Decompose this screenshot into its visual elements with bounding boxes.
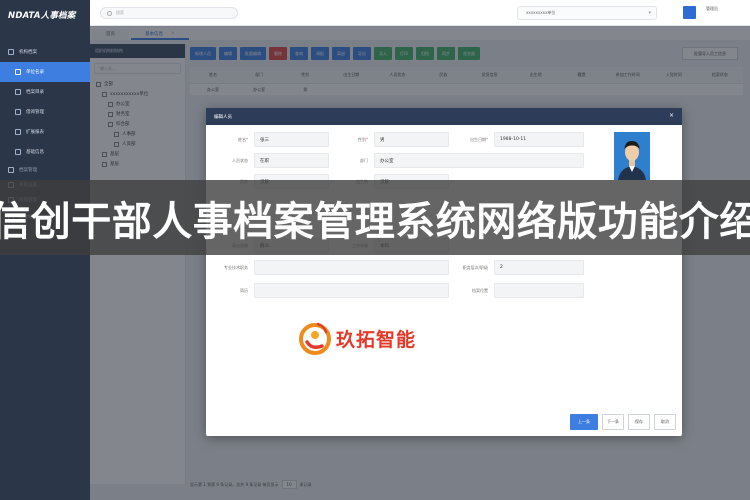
grade-label: 职务层次/职级 <box>462 265 488 270</box>
dialog-title: 编辑人员 <box>214 114 232 120</box>
edit-person-dialog: 编辑人员 × 姓名* 张三 性别* 男 出生日期* 1988-10-11 人员状… <box>206 108 682 436</box>
info-icon <box>15 149 21 155</box>
folder-icon <box>8 49 14 55</box>
report-icon <box>15 129 21 135</box>
grade-input[interactable]: 2 <box>494 260 584 275</box>
archive-icon <box>8 166 14 173</box>
sidebar-item-archive-catalog[interactable]: 档案目录 <box>0 82 90 102</box>
name-label: 姓名* <box>238 137 248 142</box>
dept-label: 部门 <box>360 158 368 163</box>
title-banner: 信创干部人事档案管理系统网络版功能介绍 <box>0 180 750 255</box>
avatar[interactable] <box>683 6 696 19</box>
brand-logo-icon <box>299 322 331 355</box>
sidebar-item-label: 借阅管理 <box>26 110 44 115</box>
list-icon <box>15 69 21 75</box>
sidebar-item-label: 单位名录 <box>26 70 44 75</box>
sidebar-item-label: 基础信息 <box>26 150 44 155</box>
sidebar-item-org-archive[interactable]: 机构档案 <box>0 42 90 62</box>
global-search-input[interactable]: 搜索 <box>100 7 238 19</box>
sidebar-item-archive-manage[interactable]: 档案管理 <box>0 162 90 177</box>
banner-title: 信创干部人事档案管理系统网络版功能介绍 <box>0 198 750 245</box>
next-record-button[interactable]: 下一条 <box>602 414 624 430</box>
search-icon <box>107 10 112 16</box>
sidebar-item-basic-info[interactable]: 基础信息 <box>0 142 90 162</box>
sidebar-item-label: 扩展报表 <box>26 130 44 135</box>
close-icon[interactable]: × <box>669 112 674 119</box>
specialty-input[interactable] <box>254 260 449 275</box>
sidebar-item-reports[interactable]: 扩展报表 <box>0 122 90 142</box>
search-placeholder: 搜索 <box>116 10 124 15</box>
user-name[interactable]: 管理员 <box>706 6 718 12</box>
gender-input[interactable]: 男 <box>374 132 449 147</box>
catalog-icon <box>15 89 21 95</box>
unit-select-value: xxxxxxxxx单位 <box>526 10 556 15</box>
name-input[interactable]: 张三 <box>254 132 329 147</box>
birth-label: 出生日期* <box>470 137 488 142</box>
book-icon <box>15 109 21 115</box>
person-photo[interactable] <box>614 132 650 180</box>
sidebar-item-label: 机构档案 <box>19 50 37 55</box>
archive-location-input[interactable] <box>494 283 584 298</box>
person-portrait-icon <box>614 132 650 180</box>
dept-input[interactable]: 办公室 <box>374 153 584 168</box>
sidebar-item-unit-list[interactable]: 单位名录 <box>0 62 90 82</box>
birth-date-input[interactable]: 1988-10-11 <box>494 132 584 147</box>
sidebar-item-borrow[interactable]: 借阅管理 <box>0 102 90 122</box>
resume-label: 简历 <box>240 288 248 293</box>
chevron-down-icon: ▾ <box>648 10 651 16</box>
sidebar-item-label: 档案管理 <box>19 167 37 173</box>
sidebar-item-label: 档案目录 <box>26 90 44 95</box>
resume-input[interactable] <box>254 283 449 298</box>
brand-name: 玖拓智能 <box>336 328 417 351</box>
specialty-label: 专业技术职务 <box>224 265 248 270</box>
prev-record-button[interactable]: 上一条 <box>570 414 598 430</box>
app-logo: NDATA人事档案 <box>8 11 76 21</box>
unit-select[interactable]: xxxxxxxxx单位 ▾ <box>517 6 657 20</box>
dialog-header: 编辑人员 × <box>206 108 682 125</box>
gender-label: 性别* <box>358 137 368 142</box>
cancel-button[interactable]: 取消 <box>654 414 676 430</box>
status-input[interactable]: 在职 <box>254 153 329 168</box>
save-button[interactable]: 保存 <box>628 414 650 430</box>
status-label: 人员状态 <box>232 158 248 163</box>
archive-location-label: 档案位置 <box>472 288 488 293</box>
brand-watermark: 玖拓智能 <box>298 318 416 358</box>
top-bar: 搜索 xxxxxxxxx单位 ▾ 管理员 <box>90 0 750 26</box>
